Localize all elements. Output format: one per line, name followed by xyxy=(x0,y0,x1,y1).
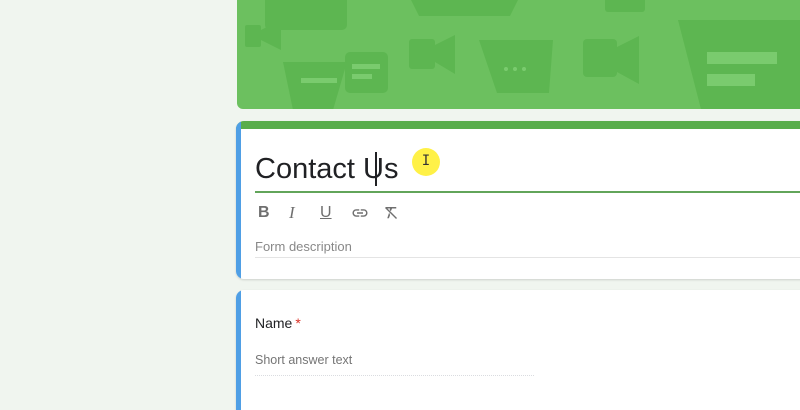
mouse-cursor-highlight: I xyxy=(412,148,440,176)
required-asterisk: * xyxy=(295,315,301,331)
clear-formatting-button[interactable] xyxy=(382,203,413,223)
bold-icon: B xyxy=(258,204,270,221)
text-caret xyxy=(375,152,377,186)
text-cursor-icon: I xyxy=(421,153,431,169)
short-answer-placeholder: Short answer text xyxy=(255,353,534,376)
insert-link-button[interactable] xyxy=(351,203,382,223)
form-title-input[interactable] xyxy=(255,147,800,193)
form-description-input[interactable] xyxy=(255,235,800,258)
italic-button[interactable]: I xyxy=(289,203,320,223)
active-card-indicator xyxy=(236,121,241,279)
text-format-toolbar: B I U xyxy=(258,203,413,223)
bold-button[interactable]: B xyxy=(258,203,289,223)
active-card-indicator xyxy=(236,290,241,410)
clear-format-icon xyxy=(385,207,397,219)
question-title[interactable]: Name * xyxy=(255,315,301,331)
question-card[interactable]: Name * Short answer text xyxy=(236,290,800,410)
underline-button[interactable]: U xyxy=(320,203,351,223)
italic-icon: I xyxy=(289,203,295,222)
header-banner xyxy=(237,0,800,109)
link-icon xyxy=(352,209,368,217)
header-pattern xyxy=(245,0,800,109)
theme-color-stripe xyxy=(236,121,800,129)
form-title-card: I B I U xyxy=(236,121,800,279)
question-title-text: Name xyxy=(255,315,293,331)
underline-icon: U xyxy=(320,204,332,221)
